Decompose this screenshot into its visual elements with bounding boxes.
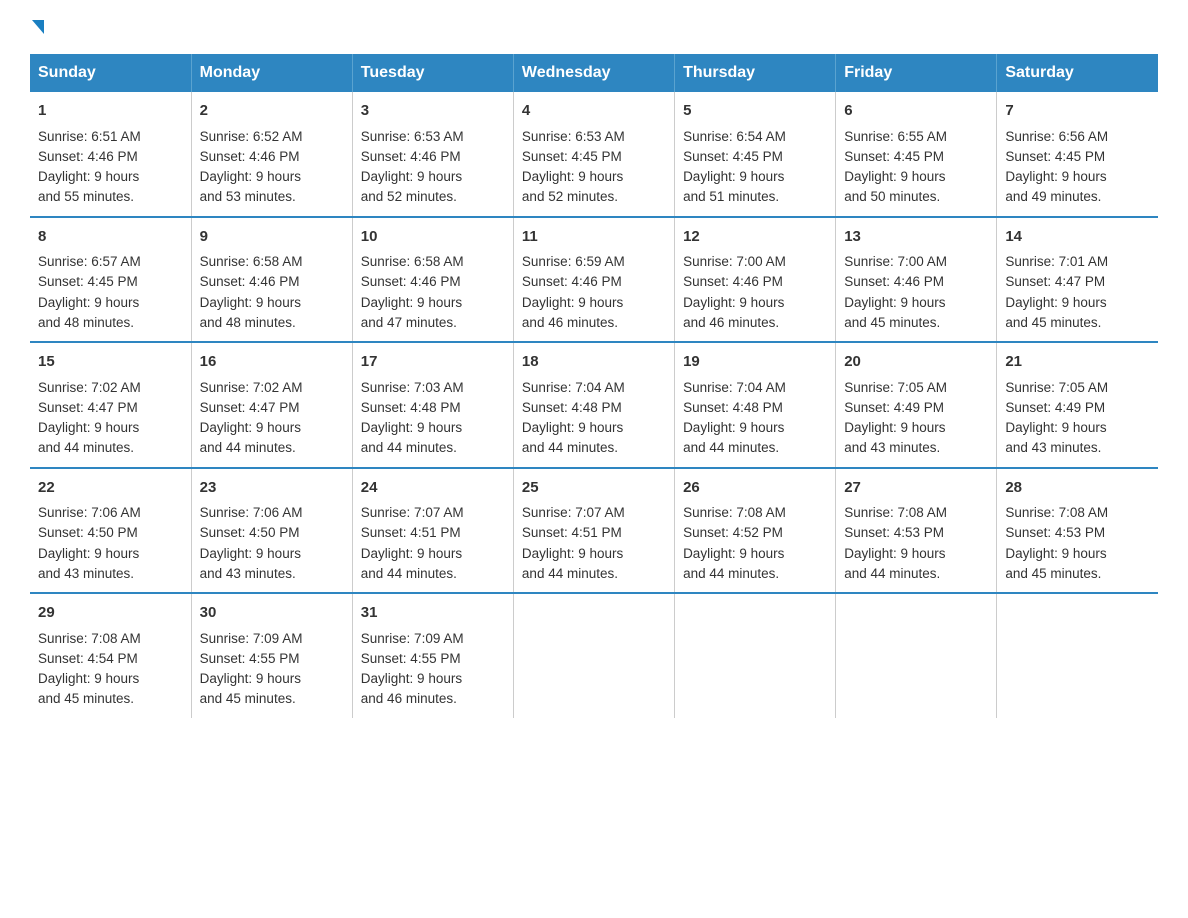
calendar-cell: 3Sunrise: 6:53 AMSunset: 4:46 PMDaylight… <box>352 92 513 217</box>
calendar-cell: 11Sunrise: 6:59 AMSunset: 4:46 PMDayligh… <box>513 217 674 343</box>
day-number: 4 <box>522 100 666 123</box>
header-cell-tuesday: Tuesday <box>352 54 513 92</box>
calendar-cell: 30Sunrise: 7:09 AMSunset: 4:55 PMDayligh… <box>191 593 352 718</box>
day-number: 16 <box>200 351 344 374</box>
calendar-cell: 2Sunrise: 6:52 AMSunset: 4:46 PMDaylight… <box>191 92 352 217</box>
calendar-cell: 9Sunrise: 6:58 AMSunset: 4:46 PMDaylight… <box>191 217 352 343</box>
calendar-cell: 22Sunrise: 7:06 AMSunset: 4:50 PMDayligh… <box>30 468 191 594</box>
calendar-cell <box>836 593 997 718</box>
calendar-cell: 7Sunrise: 6:56 AMSunset: 4:45 PMDaylight… <box>997 92 1158 217</box>
calendar-cell: 27Sunrise: 7:08 AMSunset: 4:53 PMDayligh… <box>836 468 997 594</box>
calendar-row: 8Sunrise: 6:57 AMSunset: 4:45 PMDaylight… <box>30 217 1158 343</box>
logo-arrow-icon <box>32 20 44 34</box>
calendar-cell: 21Sunrise: 7:05 AMSunset: 4:49 PMDayligh… <box>997 342 1158 468</box>
day-number: 18 <box>522 351 666 374</box>
calendar-body: 1Sunrise: 6:51 AMSunset: 4:46 PMDaylight… <box>30 92 1158 718</box>
calendar-table: SundayMondayTuesdayWednesdayThursdayFrid… <box>30 54 1158 718</box>
calendar-cell: 25Sunrise: 7:07 AMSunset: 4:51 PMDayligh… <box>513 468 674 594</box>
calendar-cell: 5Sunrise: 6:54 AMSunset: 4:45 PMDaylight… <box>675 92 836 217</box>
calendar-cell: 23Sunrise: 7:06 AMSunset: 4:50 PMDayligh… <box>191 468 352 594</box>
day-number: 29 <box>38 602 183 625</box>
calendar-cell: 6Sunrise: 6:55 AMSunset: 4:45 PMDaylight… <box>836 92 997 217</box>
calendar-cell: 20Sunrise: 7:05 AMSunset: 4:49 PMDayligh… <box>836 342 997 468</box>
calendar-cell: 14Sunrise: 7:01 AMSunset: 4:47 PMDayligh… <box>997 217 1158 343</box>
header-cell-wednesday: Wednesday <box>513 54 674 92</box>
calendar-cell: 26Sunrise: 7:08 AMSunset: 4:52 PMDayligh… <box>675 468 836 594</box>
calendar-row: 22Sunrise: 7:06 AMSunset: 4:50 PMDayligh… <box>30 468 1158 594</box>
day-number: 23 <box>200 477 344 500</box>
day-number: 26 <box>683 477 827 500</box>
header-cell-thursday: Thursday <box>675 54 836 92</box>
day-number: 22 <box>38 477 183 500</box>
day-number: 11 <box>522 226 666 249</box>
day-number: 27 <box>844 477 988 500</box>
day-number: 2 <box>200 100 344 123</box>
calendar-cell: 12Sunrise: 7:00 AMSunset: 4:46 PMDayligh… <box>675 217 836 343</box>
day-number: 6 <box>844 100 988 123</box>
calendar-cell <box>675 593 836 718</box>
calendar-cell: 18Sunrise: 7:04 AMSunset: 4:48 PMDayligh… <box>513 342 674 468</box>
calendar-cell: 1Sunrise: 6:51 AMSunset: 4:46 PMDaylight… <box>30 92 191 217</box>
day-number: 1 <box>38 100 183 123</box>
day-number: 7 <box>1005 100 1150 123</box>
day-number: 5 <box>683 100 827 123</box>
day-number: 17 <box>361 351 505 374</box>
calendar-cell <box>997 593 1158 718</box>
page-header <box>30 20 1158 34</box>
day-number: 3 <box>361 100 505 123</box>
day-number: 10 <box>361 226 505 249</box>
calendar-cell: 16Sunrise: 7:02 AMSunset: 4:47 PMDayligh… <box>191 342 352 468</box>
day-number: 15 <box>38 351 183 374</box>
header-cell-monday: Monday <box>191 54 352 92</box>
logo <box>30 20 44 34</box>
calendar-row: 15Sunrise: 7:02 AMSunset: 4:47 PMDayligh… <box>30 342 1158 468</box>
day-number: 20 <box>844 351 988 374</box>
header-cell-friday: Friday <box>836 54 997 92</box>
day-number: 21 <box>1005 351 1150 374</box>
calendar-cell: 17Sunrise: 7:03 AMSunset: 4:48 PMDayligh… <box>352 342 513 468</box>
calendar-row: 29Sunrise: 7:08 AMSunset: 4:54 PMDayligh… <box>30 593 1158 718</box>
day-number: 25 <box>522 477 666 500</box>
day-number: 30 <box>200 602 344 625</box>
day-number: 31 <box>361 602 505 625</box>
day-number: 24 <box>361 477 505 500</box>
header-cell-sunday: Sunday <box>30 54 191 92</box>
calendar-cell: 19Sunrise: 7:04 AMSunset: 4:48 PMDayligh… <box>675 342 836 468</box>
header-row: SundayMondayTuesdayWednesdayThursdayFrid… <box>30 54 1158 92</box>
day-number: 14 <box>1005 226 1150 249</box>
day-number: 28 <box>1005 477 1150 500</box>
calendar-cell: 28Sunrise: 7:08 AMSunset: 4:53 PMDayligh… <box>997 468 1158 594</box>
calendar-cell: 15Sunrise: 7:02 AMSunset: 4:47 PMDayligh… <box>30 342 191 468</box>
day-number: 9 <box>200 226 344 249</box>
calendar-header: SundayMondayTuesdayWednesdayThursdayFrid… <box>30 54 1158 92</box>
calendar-cell: 10Sunrise: 6:58 AMSunset: 4:46 PMDayligh… <box>352 217 513 343</box>
calendar-cell: 8Sunrise: 6:57 AMSunset: 4:45 PMDaylight… <box>30 217 191 343</box>
calendar-cell: 29Sunrise: 7:08 AMSunset: 4:54 PMDayligh… <box>30 593 191 718</box>
day-number: 12 <box>683 226 827 249</box>
day-number: 13 <box>844 226 988 249</box>
calendar-cell <box>513 593 674 718</box>
calendar-cell: 31Sunrise: 7:09 AMSunset: 4:55 PMDayligh… <box>352 593 513 718</box>
calendar-cell: 4Sunrise: 6:53 AMSunset: 4:45 PMDaylight… <box>513 92 674 217</box>
day-number: 8 <box>38 226 183 249</box>
calendar-row: 1Sunrise: 6:51 AMSunset: 4:46 PMDaylight… <box>30 92 1158 217</box>
calendar-cell: 24Sunrise: 7:07 AMSunset: 4:51 PMDayligh… <box>352 468 513 594</box>
calendar-cell: 13Sunrise: 7:00 AMSunset: 4:46 PMDayligh… <box>836 217 997 343</box>
header-cell-saturday: Saturday <box>997 54 1158 92</box>
day-number: 19 <box>683 351 827 374</box>
